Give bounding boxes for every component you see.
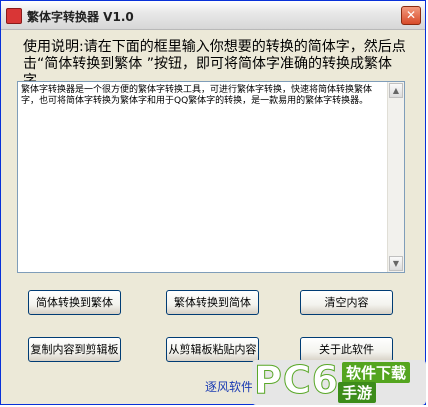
copy-to-clipboard-button[interactable]: 复制内容到剪辑板 (28, 337, 121, 362)
window-title: 繁体字转换器 V1.0 (27, 10, 134, 24)
title-bar[interactable]: 繁体字转换器 V1.0 ✕ (1, 1, 425, 30)
trad-to-simp-button[interactable]: 繁体转换到简体 (166, 290, 259, 315)
close-button[interactable]: ✕ (401, 6, 421, 25)
scroll-up-icon[interactable]: ▲ (389, 83, 403, 98)
clear-button[interactable]: 清空内容 (300, 290, 393, 315)
author-link[interactable]: 逐风软件 (205, 378, 253, 395)
simp-to-trad-button[interactable]: 简体转换到繁体 (28, 290, 121, 315)
app-window: 繁体字转换器 V1.0 ✕ 使用说明:请在下面的框里输入你想要的转换的简体字，然… (0, 0, 426, 405)
watermark-line1: 软件下载 (342, 362, 411, 383)
watermark-brand: PC6 (253, 358, 340, 403)
app-icon (6, 8, 22, 24)
text-input-area[interactable]: 繁体字转换器是一个很方便的繁体字转换工具，可进行繁体字转换，快速将简体转换繁体字… (17, 81, 405, 273)
paste-from-clipboard-button[interactable]: 从剪辑板粘贴内容 (166, 337, 259, 362)
vertical-scrollbar[interactable]: ▲ ▼ (387, 82, 404, 272)
pc6-watermark: PC6 软件下载 手游 (252, 358, 426, 405)
scroll-down-icon[interactable]: ▼ (389, 256, 403, 271)
watermark-line2: 手游 (338, 382, 377, 403)
text-input-content[interactable]: 繁体字转换器是一个很方便的繁体字转换工具，可进行繁体字转换，快速将简体转换繁体字… (21, 85, 386, 107)
